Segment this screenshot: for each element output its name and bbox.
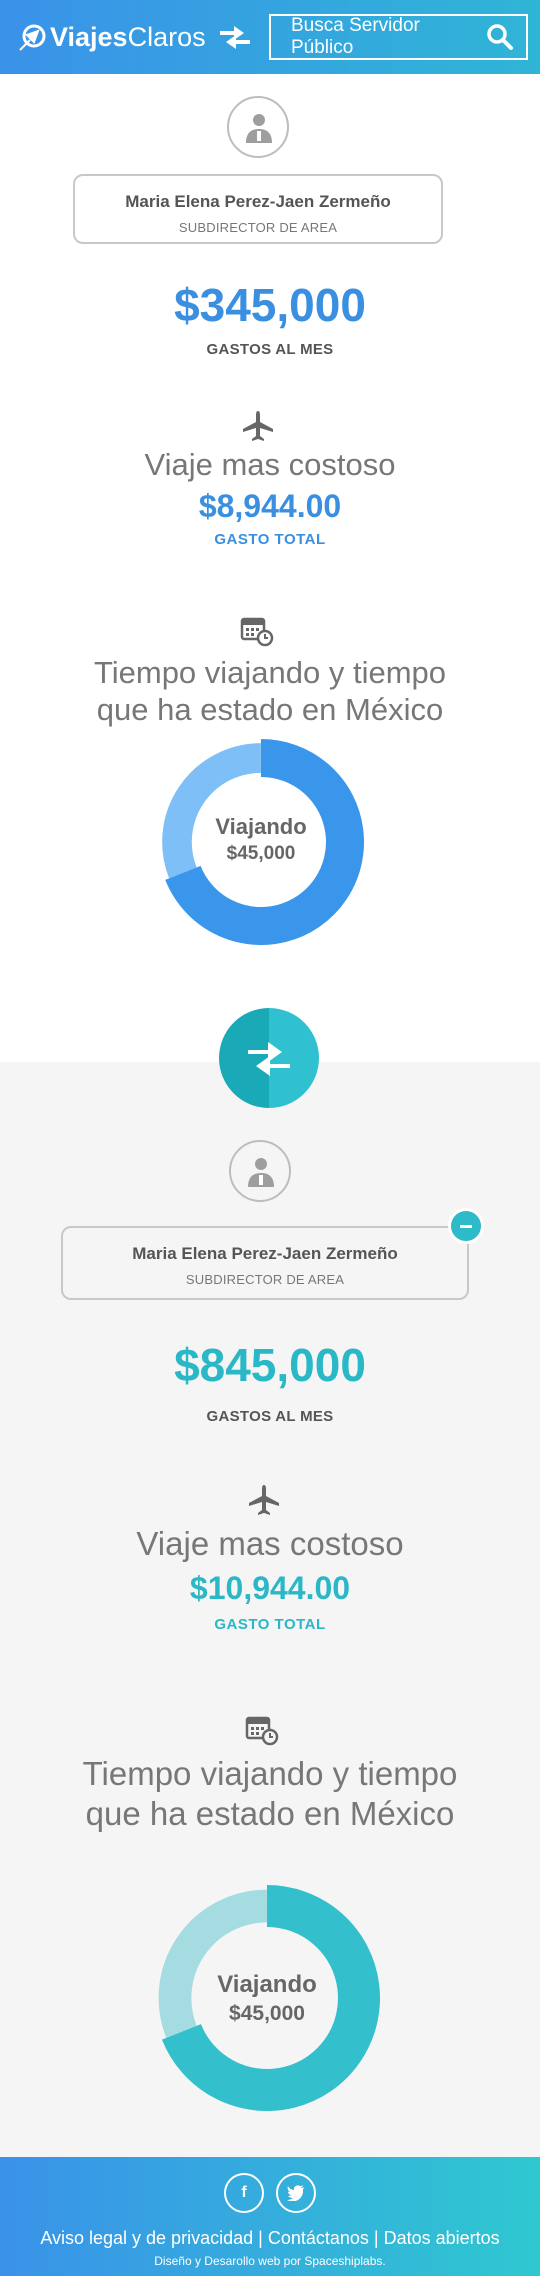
official-a-section: Maria Elena Perez-Jaen Zermeño SUBDIRECT…	[0, 74, 540, 1062]
official-b-section: Maria Elena Perez-Jaen Zermeño SUBDIRECT…	[0, 1062, 540, 2157]
costliest-trip-title: Viaje mas costoso	[144, 447, 396, 482]
search-icon[interactable]	[486, 23, 514, 51]
contact-link[interactable]: Contáctanos	[268, 2228, 369, 2248]
donut-center-value: $45,000	[226, 843, 296, 864]
footer-credit[interactable]: Diseño y Desarollo web por Spaceshiplabs…	[0, 2254, 540, 2268]
airplane-icon	[243, 411, 273, 441]
user-profile-icon	[248, 1158, 274, 1187]
official-position: SUBDIRECTOR DE AREA	[185, 1272, 345, 1287]
costliest-trip-label: GASTO TOTAL	[214, 531, 326, 548]
monthly-label: GASTOS AL MES	[206, 1408, 334, 1425]
footer-separator: |	[373, 2228, 379, 2248]
twitter-icon	[287, 2185, 304, 2201]
monthly-amount: $345,000	[174, 279, 366, 331]
search-placeholder: Busca Servidor Público	[291, 15, 420, 58]
time-title-line1: Tiempo viajando y tiempo	[93, 655, 447, 690]
official-name: Maria Elena Perez-Jaen Zermeño	[132, 1244, 398, 1263]
costliest-trip-title: Viaje mas costoso	[136, 1525, 404, 1562]
costliest-trip-label: GASTO TOTAL	[214, 1616, 326, 1633]
open-data-link[interactable]: Datos abiertos	[384, 2228, 500, 2248]
logo-text-bold: Viajes	[50, 21, 128, 52]
footer-links: Aviso legal y de privacidad | Contáctano…	[0, 2228, 540, 2249]
costliest-trip-amount: $8,944.00	[198, 488, 342, 524]
calendar-clock-icon	[240, 617, 274, 647]
twitter-button[interactable]	[276, 2173, 316, 2213]
viajes-claros-logo[interactable]: Viajes Claros	[18, 18, 206, 56]
official-name-card[interactable]: Maria Elena Perez-Jaen Zermeño SUBDIRECT…	[61, 1226, 469, 1300]
search-input[interactable]: Busca Servidor Público	[269, 14, 528, 60]
donut-center-label: Viajando	[215, 814, 307, 839]
airplane-icon	[249, 1485, 279, 1515]
calendar-clock-icon	[245, 1716, 279, 1746]
time-title-line2: que ha estado en México	[85, 1795, 455, 1832]
official-avatar	[229, 1140, 291, 1202]
donut-center-label: Viajando	[217, 1971, 317, 1998]
compare-arrows-icon[interactable]	[218, 22, 252, 52]
top-bar: Viajes Claros Busca Servidor Público	[0, 0, 540, 74]
plane-compass-logo-icon	[19, 24, 46, 51]
facebook-button[interactable]: f	[224, 2173, 264, 2213]
facebook-icon: f	[241, 2184, 247, 2201]
official-name-card[interactable]: Maria Elena Perez-Jaen Zermeño SUBDIRECT…	[73, 174, 443, 244]
compare-arrows-icon	[248, 1042, 290, 1076]
monthly-label: GASTOS AL MES	[206, 341, 334, 358]
logo-text-light: Claros	[127, 21, 206, 52]
footer-separator: |	[258, 2228, 263, 2248]
travel-time-donut-chart	[162, 739, 364, 945]
official-position: SUBDIRECTOR DE AREA	[178, 220, 338, 235]
time-title-line2: que ha estado en México	[96, 692, 444, 727]
remove-official-button[interactable]	[448, 1208, 484, 1244]
compare-button[interactable]	[219, 1008, 319, 1108]
time-title-line1: Tiempo viajando y tiempo	[82, 1755, 458, 1792]
privacy-link[interactable]: Aviso legal y de privacidad	[40, 2228, 253, 2248]
official-name: Maria Elena Perez-Jaen Zermeño	[125, 192, 391, 211]
official-avatar	[227, 96, 289, 158]
donut-center-value: $45,000	[229, 2002, 305, 2025]
costliest-trip-amount: $10,944.00	[189, 1570, 351, 1606]
footer: f Aviso legal y de privacidad | Contácta…	[0, 2157, 540, 2276]
user-profile-icon	[246, 114, 272, 143]
monthly-amount: $845,000	[174, 1339, 366, 1391]
